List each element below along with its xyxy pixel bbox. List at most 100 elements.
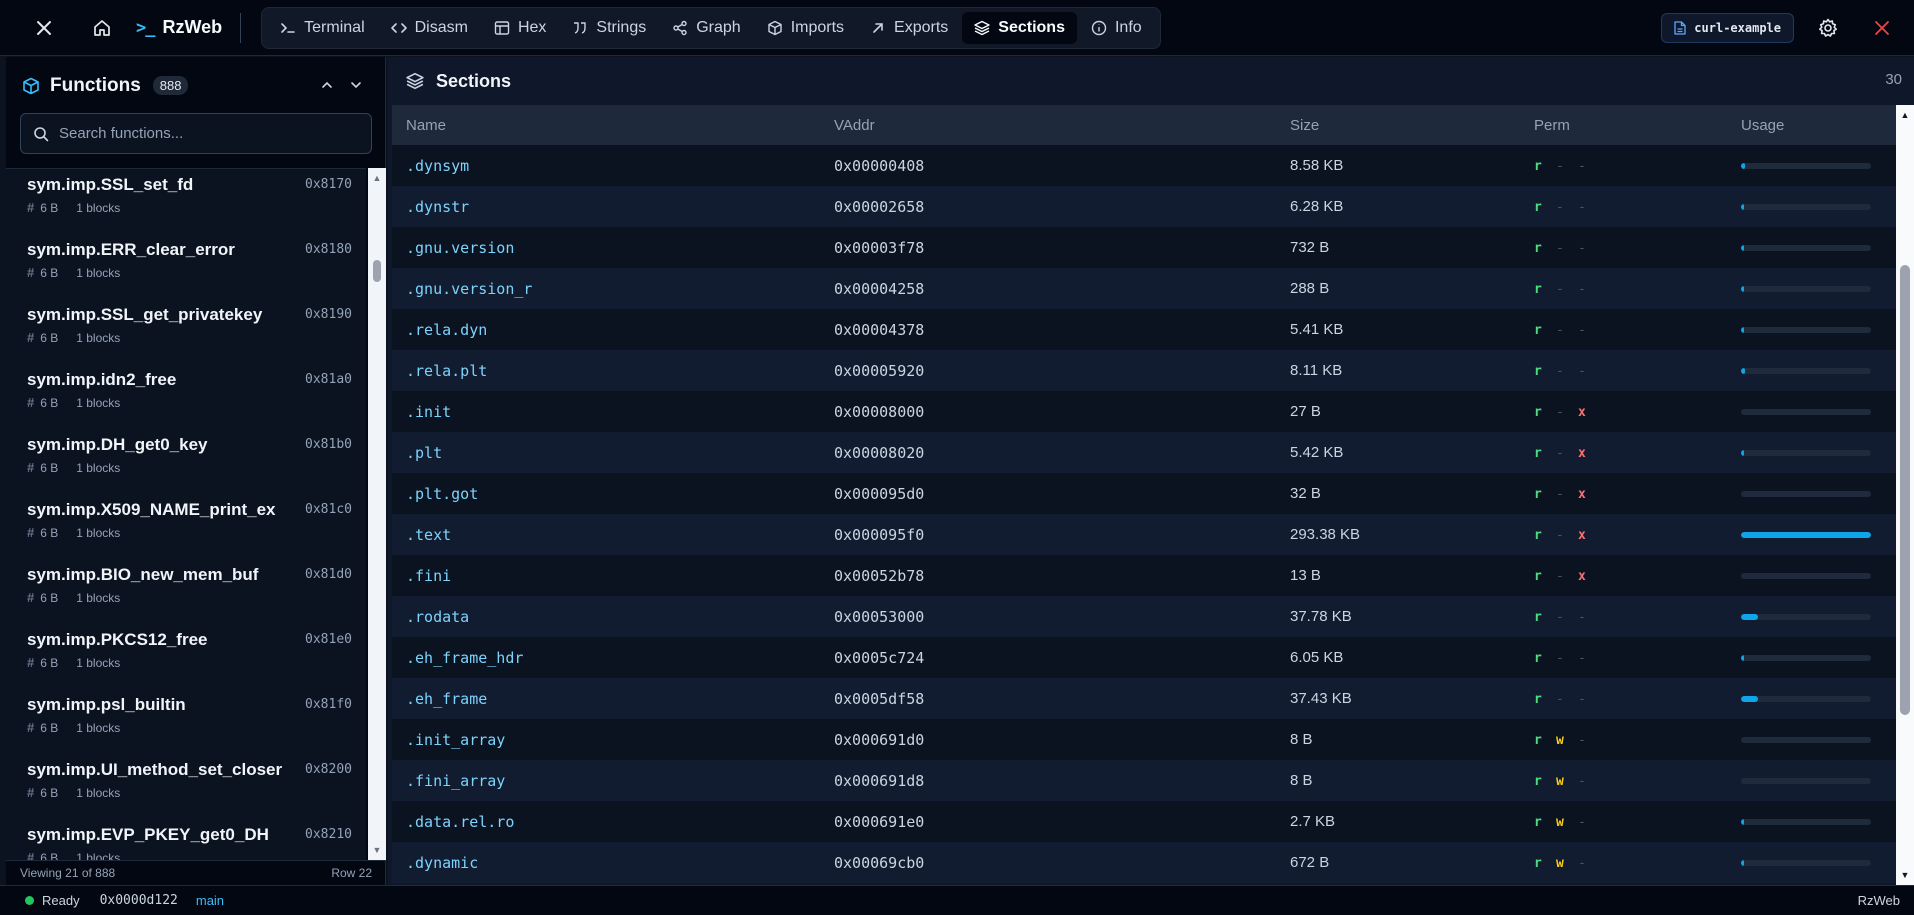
- tab-imports[interactable]: Imports: [755, 12, 856, 44]
- close-window-icon[interactable]: [1862, 8, 1902, 48]
- tab-exports[interactable]: Exports: [858, 12, 960, 44]
- function-list-item[interactable]: sym.imp.UI_method_set_closer 0x8200 #6 B1 …: [6, 754, 366, 819]
- column-header-usage[interactable]: Usage: [1740, 117, 1896, 134]
- tab-disasm[interactable]: Disasm: [379, 12, 480, 44]
- section-name[interactable]: .fini_array: [392, 772, 829, 790]
- open-file-badge[interactable]: curl-example: [1661, 13, 1794, 43]
- column-header-vaddr[interactable]: VAddr: [829, 117, 1287, 134]
- table-row[interactable]: .eh_frame_hdr 0x0005c724 6.05 KB r - -: [392, 637, 1896, 678]
- table-row[interactable]: .text 0x000095f0 293.38 KB r - x: [392, 514, 1896, 555]
- sections-scrollbar[interactable]: ▲ ▼: [1896, 105, 1914, 885]
- tab-strings[interactable]: Strings: [560, 12, 658, 44]
- section-name[interactable]: .dynamic: [392, 854, 829, 872]
- column-header-name[interactable]: Name: [392, 117, 829, 134]
- section-name[interactable]: .init: [392, 403, 829, 421]
- close-icon[interactable]: [24, 8, 64, 48]
- table-row[interactable]: .dynstr 0x00002658 6.28 KB r - -: [392, 186, 1896, 227]
- table-row[interactable]: .plt.got 0x000095d0 32 B r-x: [392, 473, 1896, 514]
- function-list-item[interactable]: sym.imp.BIO_new_mem_buf 0x81d0 #6 B1 block…: [6, 559, 366, 624]
- function-address: 0x81d0: [305, 567, 352, 582]
- section-usage: [1740, 285, 1896, 292]
- section-vaddr: 0x000691d0: [834, 730, 925, 749]
- permission-flag: r: [1534, 610, 1542, 625]
- table-row[interactable]: .plt 0x00008020 5.42 KB r - x: [392, 432, 1896, 473]
- section-vaddr: 0x00003f78: [834, 238, 925, 257]
- function-meta: #6 B 1 blocks: [27, 200, 366, 215]
- table-row[interactable]: .gnu.version 0x00003f78 732 Br--: [392, 227, 1896, 268]
- chevron-up-icon[interactable]: [317, 75, 337, 95]
- function-size: 6 B: [40, 265, 59, 280]
- table-row[interactable]: .rodata 0x00053000 37.78 KB r - -: [392, 596, 1896, 637]
- functions-scrollbar[interactable]: ▲ ▼: [368, 168, 386, 860]
- table-row[interactable]: .rela.dyn 0x00004378 5.41 KB r - -: [392, 309, 1896, 350]
- table-row[interactable]: .eh_frame 0x0005df58 37.43 KB r - -: [392, 678, 1896, 719]
- section-name[interactable]: .rela.dyn: [392, 321, 829, 339]
- permission-flag: -: [1578, 282, 1586, 297]
- section-name[interactable]: .rodata: [392, 608, 829, 626]
- function-address: 0x8210: [305, 827, 352, 842]
- function-list-item[interactable]: sym.imp.EVP_PKEY_get0_DH 0x8210 #6 B1 bloc…: [6, 819, 366, 860]
- section-name[interactable]: .plt: [392, 444, 829, 462]
- app-brand[interactable]: >_ RzWeb: [136, 17, 222, 38]
- tab-terminal[interactable]: Terminal: [268, 12, 376, 44]
- section-usage: [1740, 859, 1896, 866]
- section-name[interactable]: .dynsym: [392, 157, 829, 175]
- function-list-item[interactable]: sym.imp.X509_NAME_print_ex 0x81c0 #6 B1 bl…: [6, 494, 366, 559]
- tab-sections[interactable]: Sections: [962, 11, 1077, 44]
- section-name[interactable]: .gnu.version: [392, 239, 829, 257]
- table-row[interactable]: .fini_array 0x000691d8 8 B rw-: [392, 760, 1896, 801]
- function-list-item[interactable]: sym.imp.PKCS12_free 0x81e0 #6 B1 blocks: [6, 624, 366, 689]
- section-name[interactable]: .text: [392, 526, 829, 544]
- permission-flag: -: [1578, 241, 1586, 256]
- scrollbar-thumb[interactable]: [1900, 265, 1910, 715]
- section-vaddr: 0x00004258: [834, 279, 925, 298]
- search-input[interactable]: [59, 125, 359, 142]
- function-list-item[interactable]: sym.imp.SSL_get_privatekey 0x8190 #6 B1 bl…: [6, 299, 366, 364]
- hash-icon: #: [27, 525, 35, 540]
- section-name[interactable]: .plt.got: [392, 485, 829, 503]
- top-bar-right: curl-example: [1661, 0, 1914, 56]
- section-name[interactable]: .fini: [392, 567, 829, 585]
- tab-hex[interactable]: Hex: [482, 12, 558, 44]
- scrollbar-thumb[interactable]: [373, 260, 381, 282]
- table-row[interactable]: .fini 0x00052b78 13 B r-x: [392, 555, 1896, 596]
- function-search-box[interactable]: [20, 113, 372, 154]
- section-name[interactable]: .eh_frame_hdr: [392, 649, 829, 667]
- scroll-up-arrow-icon[interactable]: ▲: [1896, 107, 1914, 123]
- function-list-item[interactable]: sym.imp.DH_get0_key 0x81b0 #6 B1 blocks: [6, 429, 366, 494]
- table-row[interactable]: .init_array 0x000691d0 8 B rw-: [392, 719, 1896, 760]
- function-meta: #6 B 1 blocks: [27, 850, 366, 860]
- table-row[interactable]: .data.rel.ro 0x000691e0 2.7 KB r w -: [392, 801, 1896, 842]
- section-name[interactable]: .dynstr: [392, 198, 829, 216]
- tab-graph[interactable]: Graph: [660, 12, 752, 44]
- table-row[interactable]: .dynamic 0x00069cb0 672 B rw-: [392, 842, 1896, 883]
- table-row[interactable]: .gnu.version_r 0x00004258 288 Br--: [392, 268, 1896, 309]
- section-name[interactable]: .init_array: [392, 731, 829, 749]
- table-row[interactable]: .init 0x00008000 27 B r-x: [392, 391, 1896, 432]
- table-row[interactable]: .dynsym 0x00000408 8.58 KB r - -: [392, 145, 1896, 186]
- gear-icon[interactable]: [1808, 8, 1848, 48]
- usage-bar-fill: [1741, 818, 1744, 825]
- section-name[interactable]: .rela.plt: [392, 362, 829, 380]
- hash-icon: #: [27, 655, 35, 670]
- section-name[interactable]: .eh_frame: [392, 690, 829, 708]
- function-list-item[interactable]: sym.imp.psl_builtin 0x81f0 #6 B1 blocks: [6, 689, 366, 754]
- function-list-item[interactable]: sym.imp.idn2_free 0x81a0 #6 B1 blocks: [6, 364, 366, 429]
- permission-flag: r: [1534, 733, 1542, 748]
- function-list-item[interactable]: sym.imp.ERR_clear_error 0x8180 #6 B1 block…: [6, 234, 366, 299]
- scroll-down-arrow-icon[interactable]: ▼: [1896, 867, 1914, 883]
- section-name[interactable]: .gnu.version_r: [392, 280, 829, 298]
- table-row[interactable]: .rela.plt 0x00005920 8.11 KB r - -: [392, 350, 1896, 391]
- tab-info[interactable]: Info: [1079, 12, 1154, 44]
- permission-flag: r: [1534, 651, 1542, 666]
- column-header-perm[interactable]: Perm: [1523, 117, 1740, 134]
- chevron-down-icon[interactable]: [346, 75, 366, 95]
- home-icon[interactable]: [82, 8, 122, 48]
- scroll-up-arrow-icon[interactable]: ▲: [368, 170, 386, 186]
- section-name[interactable]: .data.rel.ro: [392, 813, 829, 831]
- scroll-down-arrow-icon[interactable]: ▼: [368, 842, 386, 858]
- permission-flag: -: [1556, 405, 1564, 420]
- section-vaddr: 0x00004378: [834, 320, 925, 339]
- function-list-item[interactable]: sym.imp.SSL_set_fd 0x8170 #6 B1 blocks: [6, 169, 366, 234]
- column-header-size[interactable]: Size: [1287, 117, 1523, 134]
